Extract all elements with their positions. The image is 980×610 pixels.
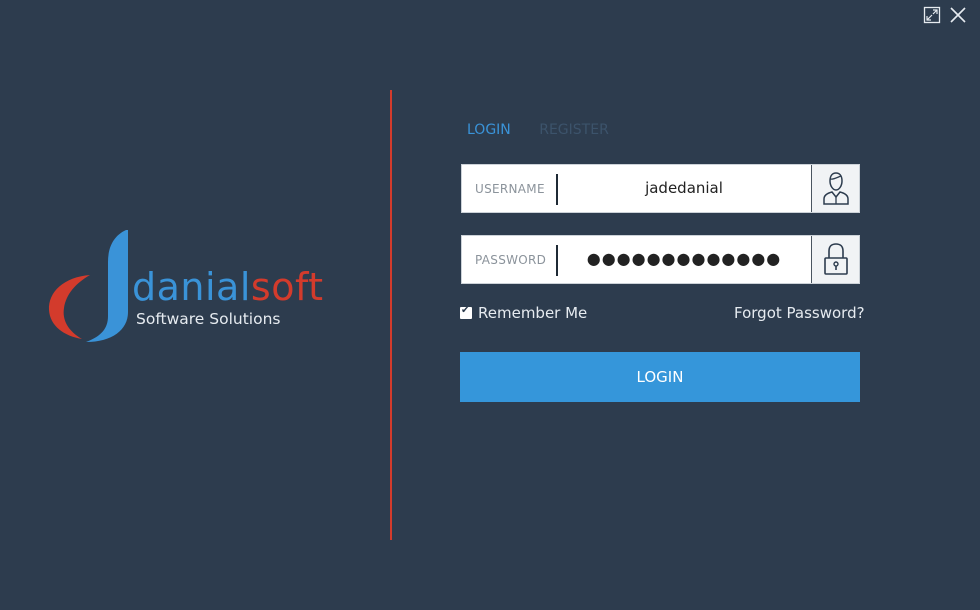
brand-name-part1: danial bbox=[132, 265, 251, 309]
password-input[interactable]: ●●●●●●●●●●●●● bbox=[558, 249, 810, 268]
danialsoft-logo: danialsoft Software Solutions bbox=[46, 228, 346, 344]
login-button[interactable]: LOGIN bbox=[460, 352, 860, 402]
vertical-divider bbox=[390, 90, 392, 540]
padlock-icon bbox=[824, 243, 848, 275]
restore-down-icon bbox=[923, 6, 941, 24]
close-icon bbox=[950, 7, 966, 23]
remember-me-label: Remember Me bbox=[478, 304, 588, 322]
forgot-password-link[interactable]: Forgot Password? bbox=[734, 304, 865, 322]
brand-name-part2: soft bbox=[250, 265, 324, 309]
password-label: PASSWORD bbox=[475, 253, 547, 267]
close-button[interactable] bbox=[949, 6, 967, 24]
brand-name: danialsoft bbox=[132, 268, 324, 306]
password-field[interactable]: PASSWORD ●●●●●●●●●●●●● bbox=[461, 235, 860, 284]
username-icon-box bbox=[811, 165, 859, 212]
logo-mark-icon bbox=[48, 230, 128, 342]
tab-login[interactable]: LOGIN bbox=[467, 122, 511, 138]
auth-tabs: LOGIN REGISTER bbox=[467, 122, 633, 138]
username-input[interactable]: jadedanial bbox=[558, 179, 810, 197]
restore-button[interactable] bbox=[923, 6, 941, 24]
username-field[interactable]: USERNAME jadedanial bbox=[461, 164, 860, 213]
password-icon-box bbox=[811, 236, 859, 283]
username-label: USERNAME bbox=[475, 182, 545, 196]
user-icon bbox=[823, 172, 849, 205]
remember-me-checkbox[interactable]: Remember Me bbox=[460, 304, 587, 322]
checkbox-checked-icon[interactable] bbox=[460, 305, 472, 319]
tab-register[interactable]: REGISTER bbox=[539, 122, 609, 138]
brand-tagline: Software Solutions bbox=[136, 310, 281, 328]
